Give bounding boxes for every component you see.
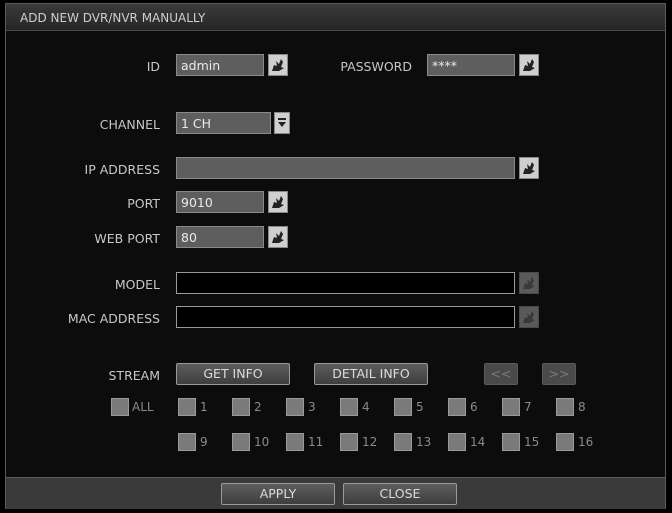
channel-8-label: 8 <box>578 400 586 414</box>
channel-1-label: 1 <box>200 400 208 414</box>
dropdown-arrow-icon[interactable] <box>274 112 290 134</box>
password-keyboard-icon[interactable] <box>519 54 539 76</box>
channel-11-checkbox[interactable] <box>286 433 304 451</box>
channel-16-checkbox[interactable] <box>556 433 574 451</box>
channel-16-label: 16 <box>578 435 594 449</box>
channel-5-checkbox[interactable] <box>394 398 412 416</box>
channel-3-label: 3 <box>308 400 316 414</box>
mac-keyboard-icon <box>519 306 539 328</box>
id-keyboard-icon[interactable] <box>268 54 288 76</box>
channel-select[interactable]: 1 CH <box>176 112 271 134</box>
title-bar: ADD NEW DVR/NVR MANUALLY <box>6 4 665 31</box>
web-port-keyboard-icon[interactable] <box>268 226 288 248</box>
channel-2-checkbox[interactable] <box>232 398 250 416</box>
channel-11-label: 11 <box>308 435 324 449</box>
channel-9-checkbox[interactable] <box>178 433 196 451</box>
channel-4-label: 4 <box>362 400 370 414</box>
channel-12-checkbox[interactable] <box>340 433 358 451</box>
password-label: PASSWORD <box>340 59 412 74</box>
channel-2-label: 2 <box>254 400 262 414</box>
all-checkbox[interactable] <box>111 398 129 416</box>
password-field[interactable]: **** <box>427 54 515 76</box>
web-port-field[interactable]: 80 <box>176 226 264 248</box>
channel-10-label: 10 <box>254 435 270 449</box>
detail-info-button[interactable]: DETAIL INFO <box>314 363 428 385</box>
channel-14-checkbox[interactable] <box>448 433 466 451</box>
channel-15-label: 15 <box>524 435 540 449</box>
model-keyboard-icon <box>519 272 539 294</box>
model-label: MODEL <box>114 277 160 292</box>
channel-9-label: 9 <box>200 435 208 449</box>
ip-keyboard-icon[interactable] <box>519 157 539 179</box>
channel-6-checkbox[interactable] <box>448 398 466 416</box>
channel-14-label: 14 <box>470 435 486 449</box>
channel-6-label: 6 <box>470 400 478 414</box>
dialog-title: ADD NEW DVR/NVR MANUALLY <box>20 11 206 25</box>
get-info-button[interactable]: GET INFO <box>176 363 290 385</box>
id-label: ID <box>146 59 160 74</box>
add-dvr-dialog: ADD NEW DVR/NVR MANUALLY ID admin PASSWO… <box>5 3 666 509</box>
close-button[interactable]: CLOSE <box>343 483 457 505</box>
channel-8-checkbox[interactable] <box>556 398 574 416</box>
button-bar: APPLY CLOSE <box>6 477 665 509</box>
next-page-button[interactable]: >> <box>542 363 576 385</box>
ip-label: IP ADDRESS <box>84 162 160 177</box>
channel-7-checkbox[interactable] <box>502 398 520 416</box>
port-keyboard-icon[interactable] <box>268 191 288 213</box>
mac-label: MAC ADDRESS <box>67 311 160 326</box>
channel-13-label: 13 <box>416 435 432 449</box>
channel-12-label: 12 <box>362 435 378 449</box>
mac-field <box>176 306 515 328</box>
channel-10-checkbox[interactable] <box>232 433 250 451</box>
port-label: PORT <box>127 196 160 211</box>
channel-5-label: 5 <box>416 400 424 414</box>
web-port-label: WEB PORT <box>94 231 160 246</box>
port-field[interactable]: 9010 <box>176 191 264 213</box>
apply-button[interactable]: APPLY <box>221 483 335 505</box>
channel-3-checkbox[interactable] <box>286 398 304 416</box>
all-checkbox-label: ALL <box>132 400 154 414</box>
channel-label: CHANNEL <box>99 117 160 132</box>
channel-13-checkbox[interactable] <box>394 433 412 451</box>
channel-4-checkbox[interactable] <box>340 398 358 416</box>
stream-label: STREAM <box>108 368 161 383</box>
model-field <box>176 272 515 294</box>
channel-15-checkbox[interactable] <box>502 433 520 451</box>
prev-page-button[interactable]: << <box>484 363 518 385</box>
id-field[interactable]: admin <box>176 54 264 76</box>
channel-1-checkbox[interactable] <box>178 398 196 416</box>
channel-7-label: 7 <box>524 400 532 414</box>
ip-field[interactable] <box>176 157 515 179</box>
